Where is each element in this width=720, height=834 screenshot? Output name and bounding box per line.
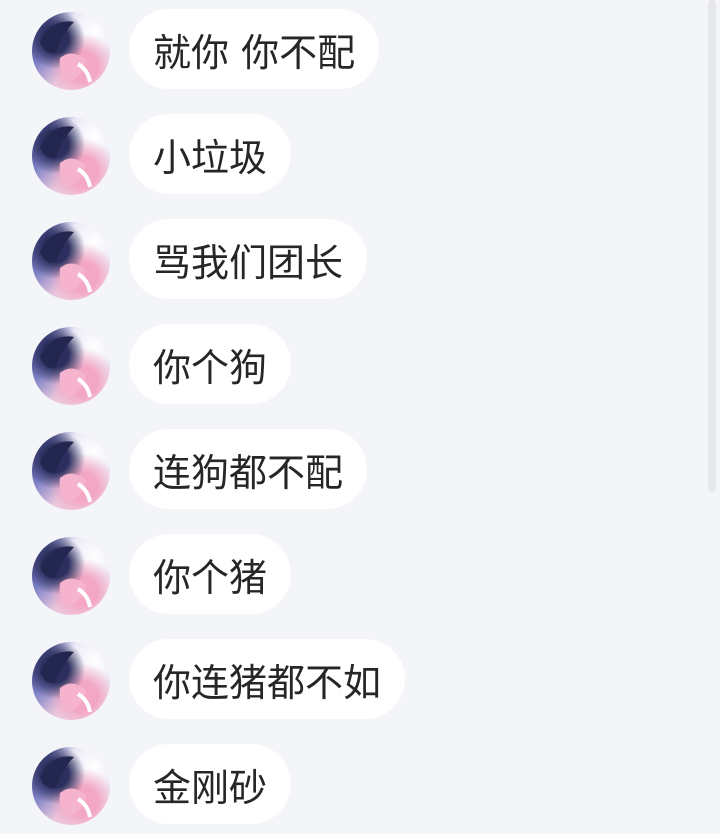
scrollbar[interactable] xyxy=(708,0,716,492)
chat-message: 你个猪 xyxy=(0,534,700,618)
avatar[interactable] xyxy=(32,117,110,195)
chat-message: 金刚砂 xyxy=(0,744,700,828)
chat-message: 你连猪都不如 xyxy=(0,639,700,723)
message-bubble[interactable]: 你连猪都不如 xyxy=(129,639,406,719)
chat-message: 连狗都不配 xyxy=(0,429,700,513)
chat-message: 骂我们团长 xyxy=(0,219,700,303)
chat-message-list: 就你 你不配 小垃圾 骂我们团长 你个狗 连狗都不配 你个猪 你连猪都不如 金刚… xyxy=(0,0,720,834)
avatar[interactable] xyxy=(32,642,110,720)
avatar[interactable] xyxy=(32,537,110,615)
message-bubble[interactable]: 就你 你不配 xyxy=(129,9,380,89)
message-bubble[interactable]: 连狗都不配 xyxy=(129,429,368,509)
avatar[interactable] xyxy=(32,747,110,825)
message-bubble[interactable]: 你个猪 xyxy=(129,534,292,614)
avatar[interactable] xyxy=(32,12,110,90)
message-bubble[interactable]: 小垃圾 xyxy=(129,114,292,194)
avatar[interactable] xyxy=(32,432,110,510)
chat-message: 小垃圾 xyxy=(0,114,700,198)
chat-message: 就你 你不配 xyxy=(0,9,700,93)
message-bubble[interactable]: 你个狗 xyxy=(129,324,292,404)
chat-message: 你个狗 xyxy=(0,324,700,408)
avatar[interactable] xyxy=(32,327,110,405)
message-bubble[interactable]: 骂我们团长 xyxy=(129,219,368,299)
message-bubble[interactable]: 金刚砂 xyxy=(129,744,292,824)
avatar[interactable] xyxy=(32,222,110,300)
